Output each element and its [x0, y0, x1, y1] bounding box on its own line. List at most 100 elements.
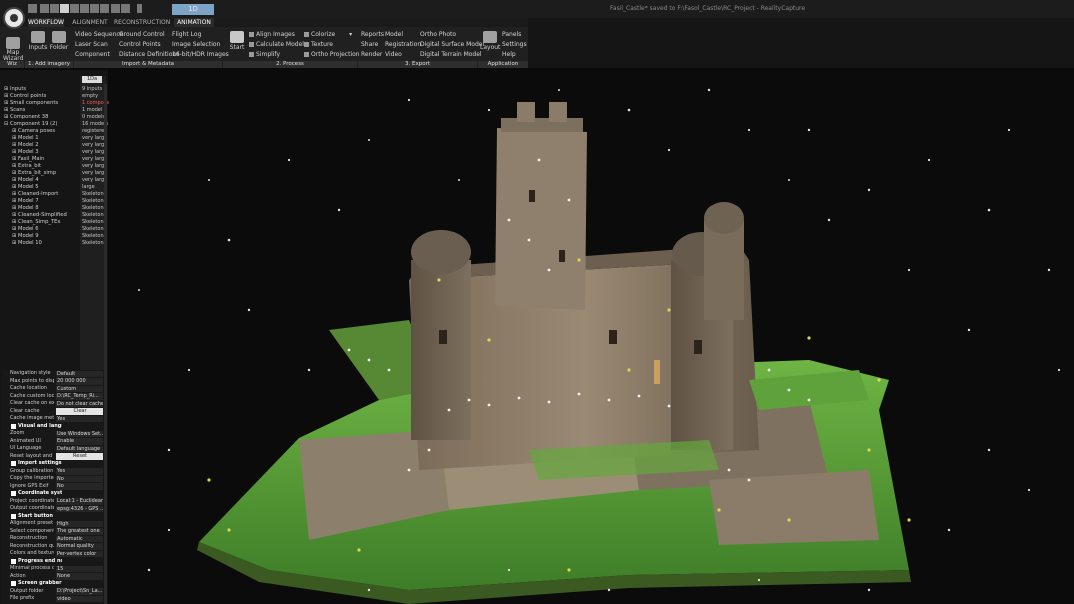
collapse-icon[interactable] — [11, 461, 16, 466]
save-icon[interactable] — [50, 4, 59, 13]
tree-item[interactable]: ⊞ Component 38 — [4, 114, 80, 121]
collapse-icon[interactable] — [11, 581, 16, 586]
tab-alignment[interactable]: ALIGNMENT — [70, 18, 110, 27]
setting-value-field[interactable]: D:\RC_Temp_Ri... — [56, 393, 103, 400]
setting-value-field[interactable]: None — [56, 573, 103, 580]
reports-button[interactable]: Reports — [361, 31, 384, 38]
app-logo-icon[interactable] — [3, 7, 25, 29]
align-images-button[interactable]: Align Images — [249, 31, 295, 38]
tab-animation[interactable]: ANIMATION — [174, 18, 214, 27]
setting-value-field[interactable]: 15 — [56, 565, 103, 572]
collapse-icon[interactable] — [11, 513, 16, 519]
tree-item[interactable]: ⊞ Model 3 — [4, 149, 80, 156]
tree-item[interactable]: ⊞ Model 6 — [4, 226, 80, 233]
setting-value-field[interactable]: Automatic — [56, 535, 103, 542]
panels-button[interactable]: Panels — [502, 31, 521, 38]
setting-value-field[interactable]: No — [56, 475, 103, 482]
new-icon[interactable] — [28, 4, 37, 13]
setting-value-field[interactable]: 20 000 000 — [56, 378, 103, 385]
video-export-button[interactable]: Video — [385, 51, 402, 58]
tree-item[interactable]: ⊞ Cleaned-Simplified — [4, 212, 80, 219]
setting-value-field[interactable]: No — [56, 483, 103, 490]
tree-item[interactable]: ⊞ Control points — [4, 93, 80, 100]
control-points-button[interactable]: Control Points — [119, 41, 161, 48]
setting-value-field[interactable]: D:\Project\Sn_La... — [56, 588, 103, 595]
tree-item[interactable]: ⊞ Camera poses — [4, 128, 80, 135]
layout-3-icon[interactable] — [80, 4, 89, 13]
texture-button[interactable]: Texture — [304, 41, 333, 48]
tree-item[interactable]: ⊞ Extra_bit — [4, 163, 80, 170]
simplify-button[interactable]: Simplify — [249, 51, 280, 58]
tree-item[interactable]: ⊞ Model 1 — [4, 135, 80, 142]
setting-value-field[interactable]: Custom — [56, 385, 103, 392]
tree-item[interactable]: ⊞ Model 7 — [4, 198, 80, 205]
tree-item[interactable]: ⊞ Model 5 — [4, 184, 80, 191]
ground-control-button[interactable]: Ground Control — [119, 31, 165, 38]
share-button[interactable]: Share — [361, 41, 378, 48]
setting-action-button[interactable]: Clear — [56, 408, 103, 415]
undo-icon[interactable] — [111, 4, 120, 13]
collapse-icon[interactable] — [11, 491, 16, 496]
collapse-icon[interactable] — [11, 423, 16, 429]
settings-button[interactable]: Settings — [502, 41, 527, 48]
tree-filter-dropdown[interactable]: 1Da — [82, 76, 102, 83]
tree-item[interactable]: ⊞ Fasil_Main — [4, 156, 80, 163]
layout-2-icon[interactable] — [70, 4, 79, 13]
tree-item[interactable]: ⊞ Scans — [4, 107, 80, 114]
layout-1-icon[interactable] — [60, 4, 69, 13]
map-wizard-button[interactable]: Map Wizard — [3, 31, 23, 62]
dsm-button[interactable]: Digital Surface Model — [420, 41, 484, 48]
component-button[interactable]: Component — [75, 51, 110, 58]
setting-action-button[interactable]: Reset — [56, 453, 103, 460]
tree-item[interactable]: ⊞ Model 4 — [4, 177, 80, 184]
tree-item[interactable]: ⊞ Model 8 — [4, 205, 80, 212]
tree-item[interactable]: ⊞ Model 2 — [4, 142, 80, 149]
colorize-button[interactable]: Colorize ▾ — [304, 31, 352, 38]
registration-export-button[interactable]: Registration — [385, 41, 421, 48]
setting-value-field[interactable]: Local:1 - Euclidean — [56, 498, 103, 505]
settings-scrollbar[interactable] — [104, 84, 107, 604]
tree-item[interactable]: ⊞ Model 9 — [4, 233, 80, 240]
tab-workflow[interactable]: WORKFLOW — [28, 18, 64, 27]
folder-button[interactable]: Folder — [49, 31, 69, 51]
hdr-images-button[interactable]: 16-bit/HDR Images — [172, 51, 229, 58]
setting-value-field[interactable]: Yes — [56, 415, 103, 422]
3d-viewport[interactable] — [109, 70, 1074, 604]
setting-value-field[interactable]: Yes — [56, 468, 103, 475]
ortho-photo-button[interactable]: Ortho Photo — [420, 31, 456, 38]
setting-value-field[interactable]: Default language — [56, 445, 103, 452]
video-sequence-button[interactable]: Video Sequence — [75, 31, 123, 38]
setting-value-field[interactable]: The greatest one — [56, 528, 103, 535]
model-export-button[interactable]: Model — [385, 31, 403, 38]
tree-item[interactable]: ⊞ Extra_bit_simp — [4, 170, 80, 177]
setting-value-field[interactable]: High — [56, 520, 103, 527]
tree-item[interactable]: ⊞ Model 10 — [4, 240, 80, 247]
layout-button[interactable]: Layout — [480, 31, 500, 51]
pin-icon[interactable] — [137, 4, 142, 13]
tree-item[interactable]: ⊞ Small components — [4, 100, 80, 107]
distance-definitions-button[interactable]: Distance Definitions — [119, 51, 179, 58]
ortho-projection-button[interactable]: Ortho Projection — [304, 51, 360, 58]
layout-5-icon[interactable] — [100, 4, 109, 13]
redo-icon[interactable] — [121, 4, 130, 13]
inputs-button[interactable]: Inputs — [28, 31, 48, 51]
setting-value-field[interactable]: video — [56, 595, 103, 602]
dtm-button[interactable]: Digital Terrain Model — [420, 51, 482, 58]
setting-value-field[interactable]: Use Windows Set... — [56, 430, 103, 437]
render-button[interactable]: Render — [361, 51, 382, 58]
collapse-icon[interactable] — [11, 558, 16, 564]
setting-value-field[interactable]: Per-vertex color — [56, 550, 103, 557]
flight-log-button[interactable]: Flight Log — [172, 31, 201, 38]
tree-item[interactable]: ⊞ Cleaned-Import — [4, 191, 80, 198]
tree-item[interactable]: ⊞ Clean_Simp_TEx — [4, 219, 80, 226]
setting-value-field[interactable]: Default — [56, 370, 103, 377]
tree-item[interactable]: ⊟ Component 19 (2) — [4, 121, 80, 128]
setting-value-field[interactable]: Enable — [56, 438, 103, 445]
image-selection-button[interactable]: Image Selection — [172, 41, 220, 48]
setting-value-field[interactable]: Do not clear cache — [56, 400, 103, 407]
setting-value-field[interactable]: Normal quality — [56, 543, 103, 550]
tab-reconstruction[interactable]: RECONSTRUCTION — [114, 18, 170, 27]
tree-item[interactable]: ⊞ Inputs — [4, 86, 80, 93]
start-button[interactable]: Start — [228, 31, 246, 51]
open-icon[interactable] — [40, 4, 49, 13]
